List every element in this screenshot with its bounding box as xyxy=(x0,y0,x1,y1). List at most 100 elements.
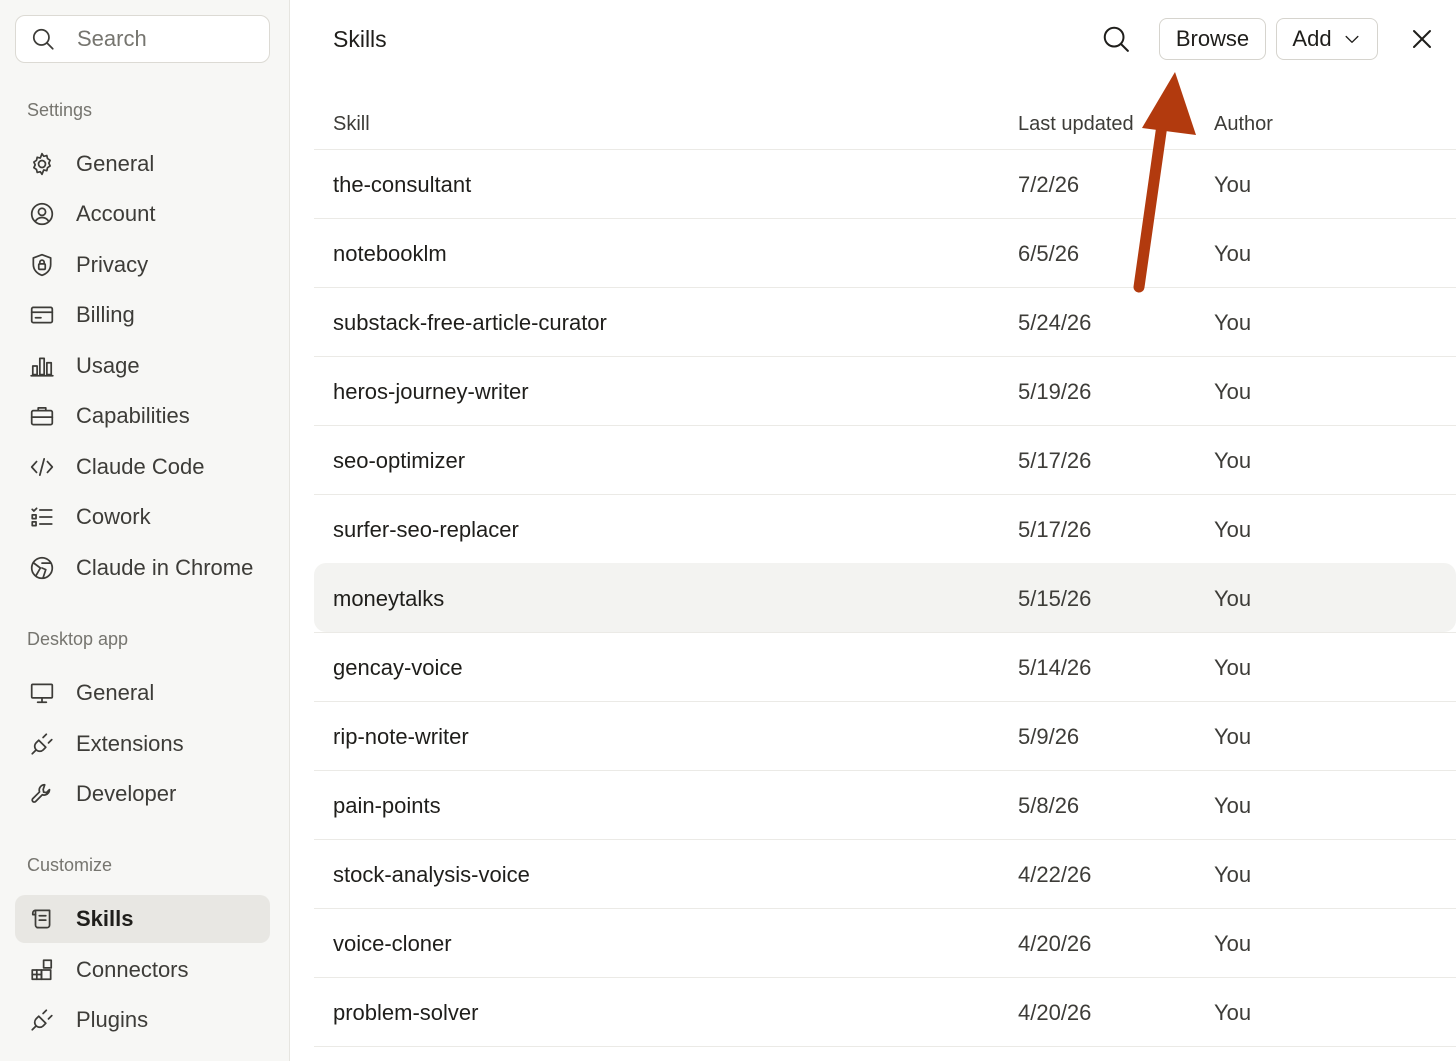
table-row[interactable]: notebooklm 6/5/26 You xyxy=(314,218,1456,287)
sidebar-item-account[interactable]: Account xyxy=(15,190,270,238)
skill-name-cell: the-consultant xyxy=(333,171,472,197)
author-cell: You xyxy=(1214,999,1252,1025)
sidebar-item-developer[interactable]: Developer xyxy=(15,770,270,818)
sidebar-item-connectors[interactable]: Connectors xyxy=(15,946,270,994)
skill-name-cell: substack-free-article-curator xyxy=(333,309,607,335)
table-row[interactable]: the-consultant 7/2/26 You xyxy=(314,149,1456,218)
checklist-icon xyxy=(28,503,56,531)
sidebar-item-label: Skills xyxy=(76,906,134,931)
plug-icon xyxy=(28,1006,56,1034)
table-row[interactable]: gencay-voice 5/14/26 You xyxy=(314,632,1456,701)
sidebar-item-capabilities[interactable]: Capabilities xyxy=(15,392,270,440)
last-updated-cell: 6/5/26 xyxy=(1018,240,1080,266)
add-button[interactable]: Add xyxy=(1276,18,1378,60)
sidebar-search[interactable] xyxy=(15,15,270,63)
sidebar-item-label: Privacy xyxy=(76,252,149,277)
table-row[interactable]: rip-note-writer 5/9/26 You xyxy=(314,701,1456,770)
monitor-icon xyxy=(28,679,56,707)
credit-card-icon xyxy=(28,301,56,329)
gear-icon xyxy=(28,150,56,178)
author-cell: You xyxy=(1214,309,1252,335)
skill-name-cell: problem-solver xyxy=(333,999,479,1025)
sidebar-item-label: Developer xyxy=(76,781,177,806)
sidebar-item-skills[interactable]: Skills xyxy=(15,895,270,943)
last-updated-cell: 5/8/26 xyxy=(1018,792,1080,818)
last-updated-cell: 4/20/26 xyxy=(1018,930,1092,956)
last-updated-cell: 5/17/26 xyxy=(1018,516,1092,542)
column-header-skill: Skill xyxy=(333,113,370,135)
skills-table: the-consultant 7/2/26 You notebooklm 6/5/26 Y… xyxy=(314,149,1456,1047)
sidebar-item-billing[interactable]: Billing xyxy=(15,291,270,339)
sidebar-item-usage[interactable]: Usage xyxy=(15,342,270,390)
author-cell: You xyxy=(1214,861,1252,887)
table-row[interactable]: surfer-seo-replacer 5/17/26 You xyxy=(314,494,1456,563)
skill-name-cell: pain-points xyxy=(333,792,441,818)
last-updated-cell: 5/17/26 xyxy=(1018,447,1092,473)
sidebar-item-label: Claude Code xyxy=(76,454,205,479)
skill-name-cell: rip-note-writer xyxy=(333,723,469,749)
sidebar-item-label: Usage xyxy=(76,353,140,378)
skill-name-cell: voice-cloner xyxy=(333,930,452,956)
add-button-label: Add xyxy=(1292,26,1332,51)
table-row[interactable]: seo-optimizer 5/17/26 You xyxy=(314,425,1456,494)
table-row[interactable]: moneytalks 5/15/26 You xyxy=(314,563,1456,632)
sidebar-item-privacy[interactable]: Privacy xyxy=(15,241,270,289)
table-row[interactable]: heros-journey-writer 5/19/26 You xyxy=(314,356,1456,425)
browse-button[interactable]: Browse xyxy=(1159,18,1266,60)
table-row[interactable]: voice-cloner 4/20/26 You xyxy=(314,908,1456,977)
sidebar-item-label: Billing xyxy=(76,302,135,327)
last-updated-cell: 4/22/26 xyxy=(1018,861,1092,887)
section-label-desktop-app: Desktop app xyxy=(27,629,129,649)
sidebar-item-label: Cowork xyxy=(76,504,151,529)
table-row[interactable]: substack-free-article-curator 5/24/26 You xyxy=(314,287,1456,356)
blocks-icon xyxy=(28,956,56,984)
sidebar-item-label: Capabilities xyxy=(76,403,190,428)
bar-chart-icon xyxy=(28,352,56,380)
author-cell: You xyxy=(1214,378,1252,404)
author-cell: You xyxy=(1214,447,1252,473)
table-row[interactable]: problem-solver 4/20/26 You xyxy=(314,977,1456,1046)
author-cell: You xyxy=(1214,792,1252,818)
last-updated-cell: 5/14/26 xyxy=(1018,654,1092,680)
last-updated-cell: 5/9/26 xyxy=(1018,723,1080,749)
search-icon xyxy=(1103,26,1129,52)
column-header-author: Author xyxy=(1214,113,1273,135)
skill-name-cell: notebooklm xyxy=(333,240,447,266)
sidebar-item-general[interactable]: General xyxy=(15,140,270,188)
sidebar-item-label: Connectors xyxy=(76,957,189,982)
search-icon xyxy=(29,25,57,53)
sidebar-item-claude-in-chrome[interactable]: Claude in Chrome xyxy=(15,544,270,592)
skill-name-cell: stock-analysis-voice xyxy=(333,861,530,887)
table-row[interactable]: pain-points 5/8/26 You xyxy=(314,770,1456,839)
author-cell: You xyxy=(1214,516,1252,542)
wrench-icon xyxy=(28,780,56,808)
sidebar-item-label: Account xyxy=(76,201,156,226)
sidebar-item-label: Extensions xyxy=(76,731,184,756)
globe-icon xyxy=(28,554,56,582)
sidebar-item-label: General xyxy=(76,680,155,705)
chevron-down-icon xyxy=(1342,29,1362,49)
last-updated-cell: 7/2/26 xyxy=(1018,171,1080,197)
sidebar-search-input[interactable] xyxy=(77,26,247,52)
user-circle-icon xyxy=(28,200,56,228)
sidebar-item-label: Claude in Chrome xyxy=(76,555,254,580)
last-updated-cell: 5/19/26 xyxy=(1018,378,1092,404)
close-button[interactable] xyxy=(1407,24,1437,54)
code-icon xyxy=(28,453,56,481)
sidebar-item-extensions[interactable]: Extensions xyxy=(15,720,270,768)
column-header-last-updated: Last updated xyxy=(1018,113,1134,135)
scroll-icon xyxy=(28,905,56,933)
sidebar-item-claude-code[interactable]: Claude Code xyxy=(15,443,270,491)
skill-name-cell: surfer-seo-replacer xyxy=(333,516,519,542)
plug-icon xyxy=(28,730,56,758)
sidebar-item-cowork[interactable]: Cowork xyxy=(15,493,270,541)
table-divider xyxy=(314,1046,1456,1047)
author-cell: You xyxy=(1214,654,1252,680)
search-skills-button[interactable] xyxy=(1099,22,1133,56)
table-row[interactable]: stock-analysis-voice 4/22/26 You xyxy=(314,839,1456,908)
sidebar-item-desktop-general[interactable]: General xyxy=(15,669,270,717)
sidebar-item-plugins[interactable]: Plugins xyxy=(15,996,270,1044)
section-label-customize: Customize xyxy=(27,855,113,875)
last-updated-cell: 5/15/26 xyxy=(1018,585,1092,611)
author-cell: You xyxy=(1214,930,1252,956)
